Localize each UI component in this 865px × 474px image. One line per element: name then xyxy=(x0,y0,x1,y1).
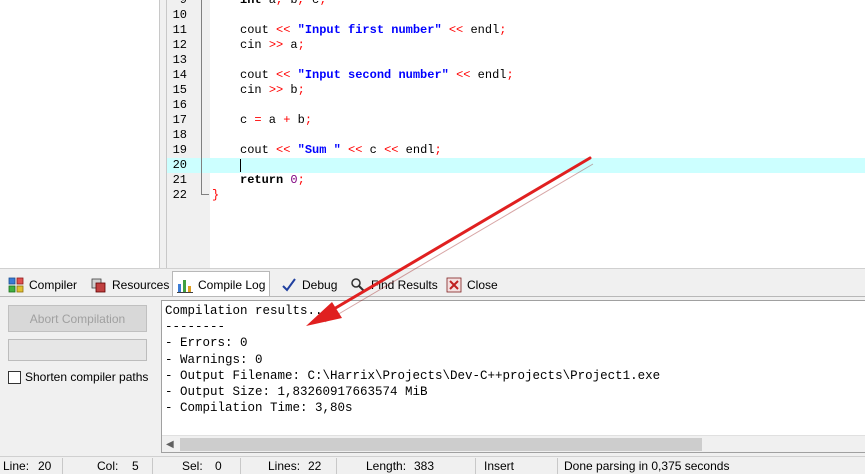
line-number: 10 xyxy=(172,8,187,22)
line-number: 15 xyxy=(172,83,187,97)
status-col-value: 5 xyxy=(132,459,139,473)
checkbox-label: Shorten compiler paths xyxy=(25,370,149,384)
code-line[interactable]: 13 xyxy=(167,53,865,68)
current-code-line[interactable]: 20 xyxy=(167,158,865,173)
horizontal-scrollbar[interactable]: ◀ xyxy=(162,435,865,452)
line-number: 11 xyxy=(172,23,187,37)
code-text: } xyxy=(212,188,220,202)
code-text: return 0; xyxy=(240,173,305,187)
code-line[interactable]: 22} xyxy=(167,188,865,203)
code-text: cout << "Input first number" << endl; xyxy=(240,23,507,37)
log-text: Compilation results... -------- - Errors… xyxy=(165,304,661,416)
tab-label: Find Results xyxy=(371,278,438,292)
tab-find-results[interactable]: Find Results xyxy=(346,274,442,296)
bottom-tab-bar: Compiler Resources Compile Log Debug Fin… xyxy=(0,268,865,297)
scrollbar-thumb[interactable] xyxy=(180,438,702,451)
tab-label: Compiler xyxy=(29,278,78,292)
code-line[interactable]: 17 c = a + b; xyxy=(167,113,865,128)
compile-log-panel: Abort Compilation Shorten compiler paths… xyxy=(0,296,865,453)
find-results-icon xyxy=(350,277,366,293)
fold-guide xyxy=(201,0,202,194)
line-number: 9 xyxy=(179,0,187,7)
tab-label: Compile Log xyxy=(198,277,266,292)
status-sel-value: 0 xyxy=(215,459,222,473)
line-number: 22 xyxy=(172,188,187,202)
status-lines-label: Lines: xyxy=(268,459,301,473)
code-line[interactable]: 12 cin >> a; xyxy=(167,38,865,53)
code-text: int a, b, c; xyxy=(240,0,327,7)
line-number: 19 xyxy=(172,143,187,157)
code-line[interactable]: 11 cout << "Input first number" << endl; xyxy=(167,23,865,38)
compile-log-output[interactable]: Compilation results... -------- - Errors… xyxy=(161,300,865,453)
tab-label: Close xyxy=(467,278,498,292)
tab-compile-log[interactable]: Compile Log xyxy=(172,271,271,297)
fold-guide-end xyxy=(201,194,209,195)
scroll-left-icon[interactable]: ◀ xyxy=(166,439,174,450)
status-insert-mode: Insert xyxy=(484,459,515,473)
tab-resources[interactable]: Resources xyxy=(87,274,173,296)
code-line[interactable]: 15 cin >> b; xyxy=(167,83,865,98)
status-sel-label: Sel: xyxy=(182,459,203,473)
shorten-paths-checkbox[interactable]: Shorten compiler paths xyxy=(8,370,148,384)
abort-compilation-button[interactable]: Abort Compilation xyxy=(8,305,147,332)
line-number: 17 xyxy=(172,113,187,127)
code-text: c = a + b; xyxy=(240,113,313,127)
code-line[interactable]: 19 cout << "Sum " << c << endl; xyxy=(167,143,865,158)
project-browser-panel[interactable] xyxy=(0,0,160,268)
status-line-label: Line: xyxy=(3,459,30,473)
line-number: 12 xyxy=(172,38,187,52)
code-text: cout << "Sum " << c << endl; xyxy=(240,143,442,157)
line-number: 14 xyxy=(172,68,187,82)
tab-label: Resources xyxy=(112,278,170,292)
code-line[interactable]: 14 cout << "Input second number" << endl; xyxy=(167,68,865,83)
line-number: 21 xyxy=(172,173,187,187)
checkbox-box[interactable] xyxy=(8,370,21,384)
code-line[interactable]: 10 xyxy=(167,8,865,23)
resources-icon xyxy=(91,277,107,293)
status-lines-value: 22 xyxy=(308,459,322,473)
code-line[interactable]: 16 xyxy=(167,98,865,113)
code-text: cin >> a; xyxy=(240,38,305,52)
code-line[interactable]: 21 return 0; xyxy=(167,173,865,188)
code-line[interactable]: 9 int a, b, c; xyxy=(167,0,865,8)
status-length-value: 383 xyxy=(414,459,435,473)
compile-progress-bar xyxy=(8,339,147,361)
line-number: 16 xyxy=(172,98,187,112)
checkmark-icon xyxy=(281,277,297,293)
status-bar: Line: 20 Col: 5 Sel: 0 Lines: 22 Length:… xyxy=(0,456,865,474)
tab-close[interactable]: Close xyxy=(442,274,502,296)
tab-label: Debug xyxy=(302,278,338,292)
status-message: Done parsing in 0,375 seconds xyxy=(564,459,730,473)
tab-debug[interactable]: Debug xyxy=(277,274,341,296)
status-col-label: Col: xyxy=(97,459,119,473)
status-line-value: 20 xyxy=(38,459,52,473)
text-caret xyxy=(240,159,241,172)
ide-window: 9 int a, b, c; 10 11 cout << "Input first nu… xyxy=(0,0,865,474)
code-editor[interactable]: 9 int a, b, c; 10 11 cout << "Input first nu… xyxy=(166,0,865,268)
code-text: cout << "Input second number" << endl; xyxy=(240,68,514,82)
compiler-grid-icon xyxy=(8,277,24,293)
line-number: 13 xyxy=(172,53,187,67)
bar-chart-icon xyxy=(177,277,193,293)
code-line[interactable]: 18 xyxy=(167,128,865,143)
close-icon xyxy=(446,277,462,293)
status-length-label: Length: xyxy=(366,459,407,473)
line-number: 18 xyxy=(172,128,187,142)
code-text: cin >> b; xyxy=(240,83,305,97)
tab-compiler[interactable]: Compiler xyxy=(4,274,81,296)
line-number: 20 xyxy=(172,158,187,172)
